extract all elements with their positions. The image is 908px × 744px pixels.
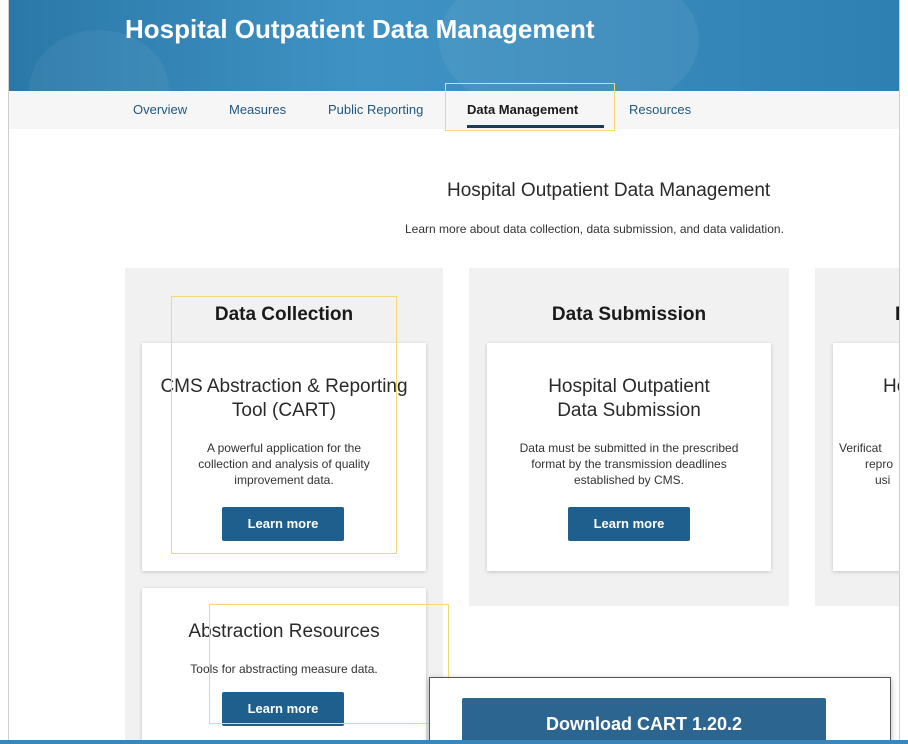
card-description-line: Verificat	[839, 441, 882, 455]
banner-title: Hospital Outpatient Data Management	[125, 14, 595, 44]
highlight-box	[171, 296, 397, 554]
browser-frame: Hospital Outpatient Data Management Over…	[8, 0, 900, 744]
card-description: Data must be submitted in the prescribed…	[519, 441, 739, 487]
page-subtitle: Learn more about data collection, data s…	[405, 222, 784, 236]
tab-measures[interactable]: Measures	[229, 102, 286, 117]
download-popup: Download CART 1.20.2	[429, 677, 891, 744]
data-submission-column: Data Submission Hospital Outpatient Data…	[469, 268, 789, 606]
card-description-line: usi	[875, 473, 891, 487]
tab-overview[interactable]: Overview	[133, 102, 187, 117]
column-heading: D	[895, 304, 899, 326]
page-title: Hospital Outpatient Data Management	[447, 180, 771, 201]
download-cart-button[interactable]: Download CART 1.20.2	[462, 698, 826, 744]
data-validation-column: D Ho Verificat repro usi	[815, 268, 899, 606]
highlight-box	[209, 604, 449, 724]
card-description-line: repro	[865, 457, 894, 471]
highlight-box	[445, 83, 615, 131]
learn-more-button[interactable]: Learn more	[568, 507, 690, 541]
card-title: Hospital Outpatient Data Submission	[548, 376, 710, 421]
tab-public-reporting[interactable]: Public Reporting	[328, 102, 423, 117]
column-heading: Data Submission	[551, 304, 707, 325]
bottom-bar	[0, 740, 908, 744]
data-submission-card: Hospital Outpatient Data Submission Data…	[487, 343, 771, 571]
card-title: Ho	[883, 376, 899, 397]
page-banner: Hospital Outpatient Data Management	[9, 0, 899, 150]
data-validation-card: Ho Verificat repro usi	[833, 343, 899, 571]
banner-decoration	[29, 30, 169, 150]
tab-resources[interactable]: Resources	[629, 102, 691, 117]
